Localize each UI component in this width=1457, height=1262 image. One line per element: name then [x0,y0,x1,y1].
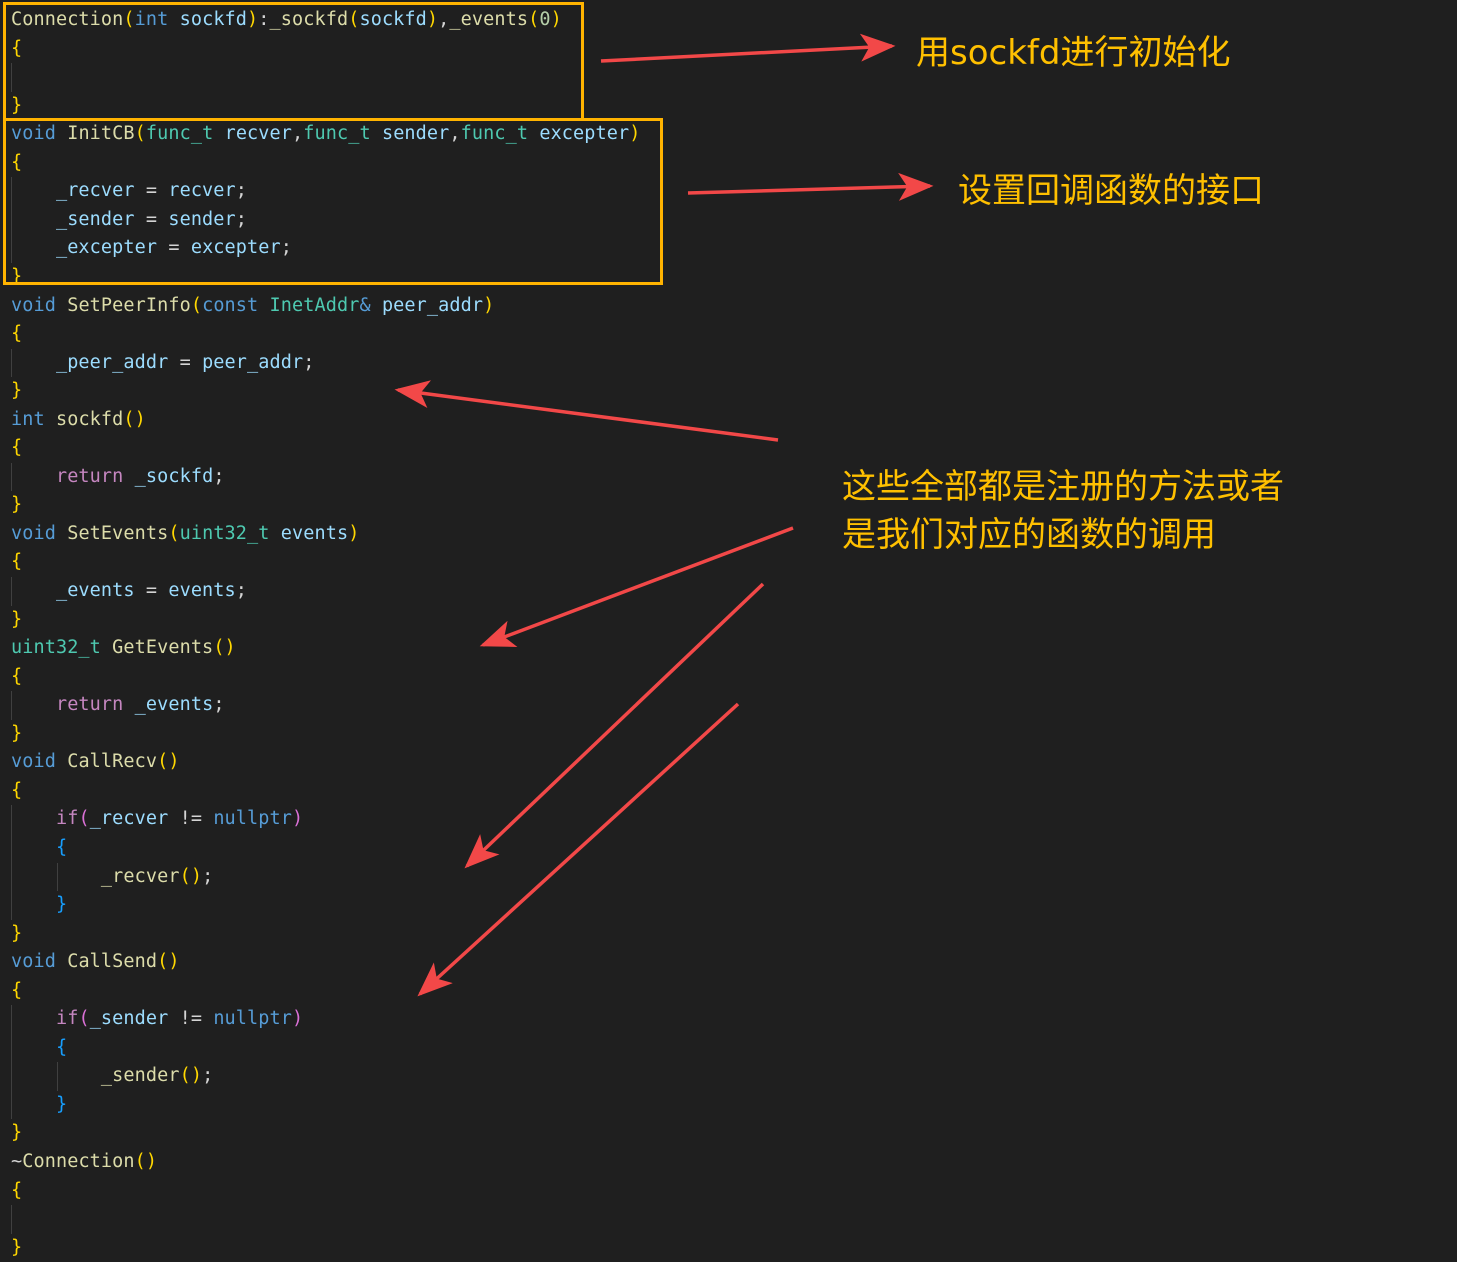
arrow-to-callrecv [464,582,765,869]
arrow-to-callback-note [687,172,934,201]
arrow-to-callsend [417,702,740,997]
arrow-to-getevents [479,526,794,647]
arrow-to-setpeerinfo [394,380,779,442]
annotation-methods-line2: 是我们对应的函数的调用 [842,515,1216,555]
arrow-to-init-note [600,33,896,63]
annotation-callbacks: 设置回调函数的接口 [958,171,1264,211]
annotation-methods-line1: 这些全部都是注册的方法或者 [842,467,1284,507]
annotation-init: 用sockfd进行初始化 [916,33,1231,73]
